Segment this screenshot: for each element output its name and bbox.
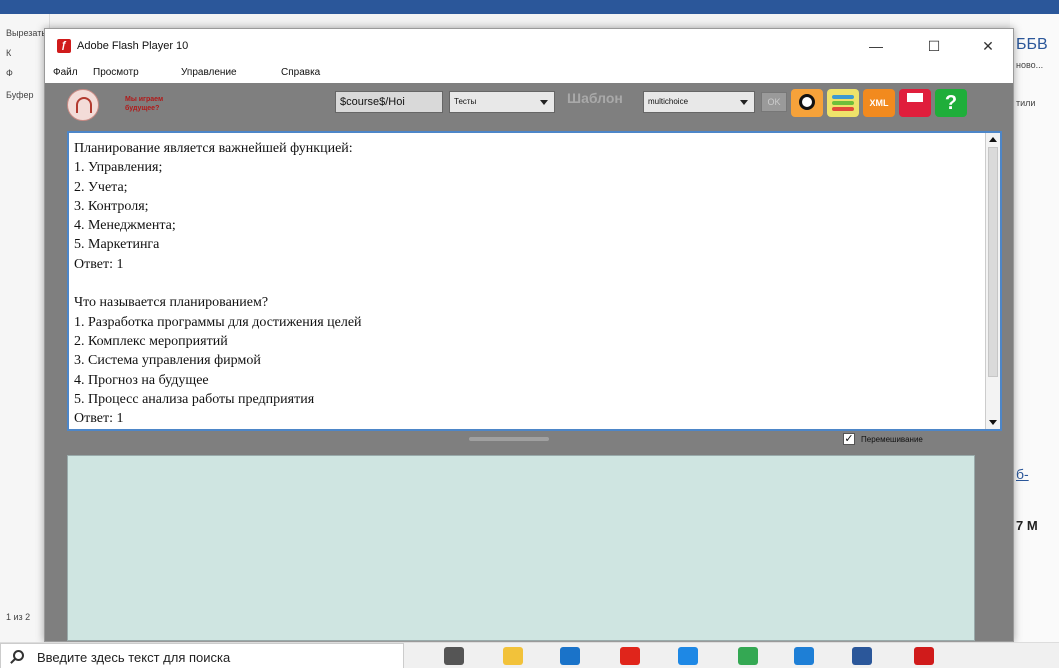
- background-word-right-pane: ББВ ново... тили б- 7 М: [1010, 14, 1059, 642]
- task-view-icon[interactable]: [444, 647, 464, 665]
- bg-styles-label: тили: [1016, 98, 1036, 108]
- text-line: 5. Маркетинга: [74, 237, 160, 253]
- chevron-down-icon: [540, 100, 548, 105]
- background-word-ribbon: [0, 0, 1059, 14]
- mail-icon[interactable]: [560, 647, 580, 665]
- text-line: 4. Прогноз на будущее: [74, 372, 209, 388]
- app-circle-icon[interactable]: [678, 647, 698, 665]
- editor-toolbar: Мы играем будущее? $course$/Hoi Тесты Ша…: [45, 83, 1013, 127]
- text-line: 1. Разработка программы для достижения ц…: [74, 314, 362, 330]
- bg-cut-label: Вырезать: [6, 28, 47, 38]
- search-placeholder: Введите здесь текст для поиска: [37, 650, 231, 665]
- scroll-up-icon[interactable]: [989, 137, 997, 142]
- close-button[interactable]: ✕: [965, 29, 1011, 63]
- vertical-scrollbar[interactable]: [985, 133, 1000, 429]
- notes-icon[interactable]: [827, 89, 859, 117]
- text-line: Ответ: 1: [74, 411, 124, 427]
- bg-clipboard-label: Буфер: [6, 90, 34, 100]
- maximize-button[interactable]: ☐: [911, 29, 957, 63]
- chrome-icon[interactable]: [738, 647, 758, 665]
- file-explorer-icon[interactable]: [503, 647, 523, 665]
- taskbar-search-box[interactable]: Введите здесь текст для поиска: [0, 643, 404, 668]
- flash-player-icon[interactable]: [914, 647, 934, 665]
- bg-doc-link: б-: [1016, 466, 1029, 482]
- menu-control[interactable]: Управление: [181, 67, 237, 78]
- text-line: 2. Учета;: [74, 179, 128, 195]
- text-line: 3. Система управления фирмой: [74, 353, 261, 369]
- preview-panel: [67, 455, 975, 641]
- chevron-down-icon: [740, 100, 748, 105]
- text-line: 3. Контроля;: [74, 198, 149, 214]
- word-icon[interactable]: [852, 647, 872, 665]
- bg-style-preview: ББВ: [1016, 36, 1048, 53]
- bg-style-name: ново...: [1016, 60, 1044, 70]
- minimize-button[interactable]: —: [853, 29, 899, 63]
- scroll-thumb[interactable]: [988, 147, 998, 377]
- menu-bar: Файл Просмотр Управление Справка: [45, 63, 1013, 83]
- background-word-left-pane: Вырезать К Ф Буфер 1 из 2: [0, 14, 50, 642]
- shuffle-option[interactable]: ✓ Перемешивание: [843, 433, 923, 449]
- bg-page-count: 1 из 2: [6, 612, 31, 622]
- template-select[interactable]: multichoice: [643, 91, 755, 113]
- question-text: Планирование является важнейшей функцией…: [74, 139, 974, 428]
- question-text-area[interactable]: Планирование является важнейшей функцией…: [67, 131, 1002, 431]
- text-line: 5. Процесс анализа работы предприятия: [74, 391, 315, 407]
- type-select[interactable]: Тесты: [449, 91, 555, 113]
- camera-icon[interactable]: [791, 89, 823, 117]
- course-path-field[interactable]: $course$/Hoi: [335, 91, 443, 113]
- text-line: 1. Управления;: [74, 160, 163, 176]
- scroll-down-icon[interactable]: [989, 420, 997, 425]
- flash-app-icon: ƒ: [57, 39, 71, 53]
- logo-slogan: Мы играем будущее?: [125, 96, 164, 112]
- text-line: Ответ: 1: [74, 256, 124, 272]
- taskbar: Введите здесь текст для поиска: [0, 642, 1059, 668]
- panel-splitter-handle[interactable]: [469, 437, 549, 441]
- flash-stage: Мы играем будущее? $course$/Hoi Тесты Ша…: [45, 83, 1013, 641]
- text-line: Что называется планированием?: [74, 295, 269, 311]
- menu-file[interactable]: Файл: [53, 67, 78, 78]
- shuffle-checkbox[interactable]: ✓: [843, 433, 855, 446]
- xml-export-icon[interactable]: XML: [863, 89, 895, 117]
- yandex-browser-icon[interactable]: [620, 647, 640, 665]
- menu-help[interactable]: Справка: [281, 67, 320, 78]
- flash-player-window: ƒ Adobe Flash Player 10 — ☐ ✕ Файл Просм…: [44, 28, 1014, 642]
- menu-view[interactable]: Просмотр: [93, 67, 139, 78]
- edge-icon[interactable]: [794, 647, 814, 665]
- title-bar[interactable]: ƒ Adobe Flash Player 10 — ☐ ✕: [45, 29, 1013, 63]
- save-icon[interactable]: [899, 89, 931, 117]
- window-title: Adobe Flash Player 10: [77, 40, 189, 52]
- text-line: 4. Менеджмента;: [74, 218, 176, 234]
- text-line: [74, 274, 974, 293]
- bg-doc-text: 7 М: [1016, 518, 1038, 533]
- bg-copy-label: К: [6, 48, 12, 58]
- bg-format-label: Ф: [6, 68, 13, 78]
- help-icon[interactable]: ?: [935, 89, 967, 117]
- template-label: Шаблон: [567, 90, 623, 106]
- ok-button[interactable]: OK: [761, 92, 787, 112]
- text-line: Планирование является важнейшей функцией…: [74, 141, 353, 156]
- university-logo: [67, 89, 99, 121]
- text-line: 2. Комплекс мероприятий: [74, 333, 228, 349]
- shuffle-label: Перемешивание: [861, 434, 923, 444]
